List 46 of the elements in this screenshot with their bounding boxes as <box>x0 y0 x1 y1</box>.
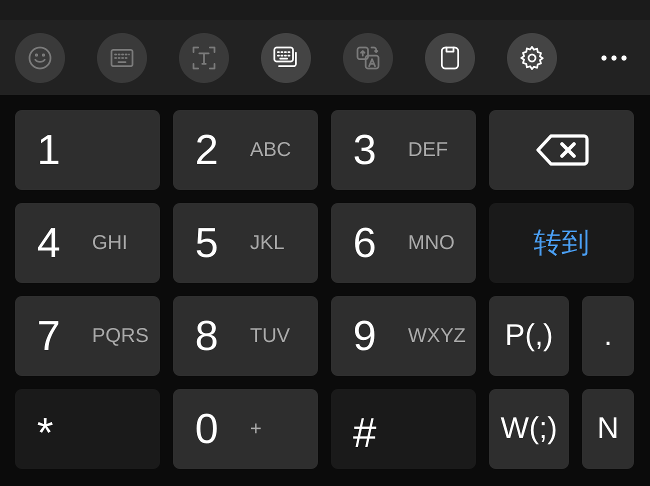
key-digit: 9 <box>353 312 378 360</box>
symbol-key[interactable]: # <box>331 389 476 469</box>
key-digit: 4 <box>37 219 62 267</box>
digit-key[interactable]: 1 <box>15 110 160 190</box>
key-digit: 6 <box>353 219 378 267</box>
smiley-icon <box>26 44 54 72</box>
key-digit: 3 <box>353 126 378 174</box>
digit-key[interactable]: 7 PQRS <box>15 296 160 376</box>
settings-icon <box>518 44 546 72</box>
punctuation-key[interactable]: N <box>582 389 634 469</box>
digit-key[interactable]: 2 ABC <box>173 110 318 190</box>
key-digit: 0 <box>195 405 220 453</box>
digit-key[interactable]: 5 JKL <box>173 203 318 283</box>
digit-key[interactable]: 0 + <box>173 389 318 469</box>
symbol-key[interactable]: * <box>15 389 160 469</box>
digit-key[interactable]: 6 MNO <box>331 203 476 283</box>
key-digit: 2 <box>195 126 220 174</box>
punctuation-key[interactable]: W(;) <box>489 389 569 469</box>
key-letters: TUV <box>250 324 290 348</box>
key-letters: ABC <box>250 138 292 162</box>
settings-button[interactable] <box>507 32 557 82</box>
clipboard-button[interactable] <box>425 32 475 82</box>
backspace-icon <box>534 133 588 167</box>
key-letters: PQRS <box>92 324 149 348</box>
punctuation-key[interactable]: . <box>582 296 634 376</box>
key-letters: WXYZ <box>408 324 466 348</box>
digit-key[interactable]: 8 TUV <box>173 296 318 376</box>
digit-key[interactable]: 4 GHI <box>15 203 160 283</box>
key-letters: JKL <box>250 232 284 254</box>
digit-key[interactable]: 3 DEF <box>331 110 476 190</box>
go-key[interactable]: 转到 <box>489 203 634 283</box>
translate-icon <box>354 44 382 72</box>
key-digit: 7 <box>37 312 62 360</box>
key-digit: 8 <box>195 312 220 360</box>
key-letters: DEF <box>408 138 448 162</box>
backspace-key[interactable] <box>489 110 634 190</box>
text-scan-icon <box>190 44 218 72</box>
key-digit: 1 <box>37 126 62 174</box>
key-letters: + <box>250 418 262 440</box>
key-digit: 5 <box>195 219 220 267</box>
key-letters: GHI <box>92 232 128 254</box>
punctuation-key[interactable]: P(,) <box>489 296 569 376</box>
digit-key[interactable]: 9 WXYZ <box>331 296 476 376</box>
key-letters: MNO <box>408 232 455 254</box>
keyboard-stack-button[interactable] <box>261 32 311 82</box>
more-icon <box>601 54 627 60</box>
